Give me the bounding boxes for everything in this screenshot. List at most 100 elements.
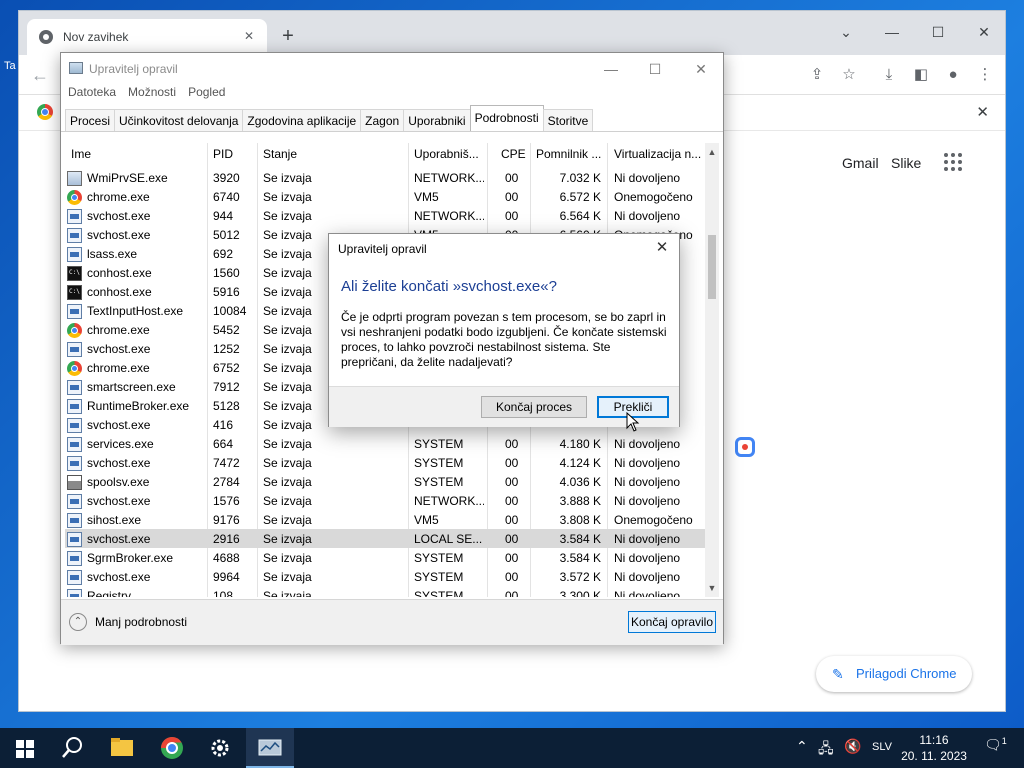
cell-status: Se izvaja: [263, 589, 312, 597]
column-header-status[interactable]: Stanje: [263, 147, 403, 161]
fewer-details-link[interactable]: Manj podrobnosti: [95, 615, 187, 629]
bookmark-star-icon[interactable]: ☆: [839, 65, 859, 85]
new-tab-button[interactable]: +: [277, 25, 299, 47]
gmail-link[interactable]: Gmail: [842, 155, 879, 171]
download-icon[interactable]: ⤓: [879, 65, 899, 85]
column-header-cpu[interactable]: CPE: [501, 147, 541, 161]
mouse-cursor-icon: [626, 412, 640, 432]
table-row[interactable]: WmiPrvSE.exe 3920 Se izvaja NETWORK... 00 7.0…: [65, 168, 707, 187]
tray-overflow-icon[interactable]: ⌃: [796, 738, 808, 755]
end-task-button[interactable]: Končaj opravilo: [628, 611, 716, 633]
scroll-up-icon[interactable]: ▲: [705, 145, 719, 159]
chrome-taskbar-icon[interactable]: [148, 728, 196, 768]
chrome-close-button[interactable]: ✕: [961, 17, 1007, 47]
volume-muted-icon[interactable]: 🔇: [844, 738, 861, 755]
back-arrow-icon[interactable]: ←: [31, 65, 51, 85]
images-link[interactable]: Slike: [891, 155, 921, 171]
dialog-close-icon[interactable]: ✕: [653, 238, 671, 256]
close-tab-icon[interactable]: ✕: [241, 28, 257, 44]
search-icon[interactable]: [48, 728, 96, 768]
google-apps-icon[interactable]: [944, 153, 962, 171]
table-row[interactable]: svchost.exe 2916 Se izvaja LOCAL SE... 00 3.5…: [65, 529, 707, 548]
tab-performance[interactable]: Učinkovitost delovanja: [114, 109, 244, 131]
column-header-user[interactable]: Uporabniš...: [414, 147, 484, 161]
column-header-name[interactable]: Ime: [71, 147, 201, 161]
task-manager-taskbar-icon[interactable]: [246, 728, 294, 768]
tab-services[interactable]: Storitve: [542, 109, 594, 131]
cell-memory: 4.036 K: [559, 475, 601, 489]
table-row[interactable]: SgrmBroker.exe 4688 Se izvaja SYSTEM 00 3.584…: [65, 548, 707, 567]
service-icon: [67, 228, 82, 243]
table-scrollbar[interactable]: ▲ ▼: [705, 143, 719, 597]
cell-cpu: 00: [505, 513, 519, 527]
chrome-icon: [67, 190, 82, 205]
cell-user: LOCAL SE...: [414, 532, 483, 546]
google-lens-icon[interactable]: [735, 437, 755, 457]
service-icon: [67, 589, 82, 597]
cell-status: Se izvaja: [263, 171, 312, 185]
tab-startup[interactable]: Zagon: [360, 109, 405, 131]
profile-avatar-icon[interactable]: ●: [943, 65, 963, 85]
cell-status: Se izvaja: [263, 437, 312, 451]
cell-name: spoolsv.exe: [87, 475, 150, 489]
table-row[interactable]: Registry 108 Se izvaja SYSTEM 00 3.300 K Ni do…: [65, 586, 707, 597]
cell-pid: 5128: [213, 399, 240, 413]
task-manager-titlebar[interactable]: Upravitelj opravil — ☐ ✕: [61, 53, 723, 83]
table-row[interactable]: svchost.exe 1576 Se izvaja NETWORK... 00 3.88…: [65, 491, 707, 510]
settings-gear-icon[interactable]: [196, 728, 244, 768]
table-row[interactable]: svchost.exe 944 Se izvaja NETWORK... 00 6.564…: [65, 206, 707, 225]
file-explorer-icon[interactable]: [98, 728, 146, 768]
cell-name: SgrmBroker.exe: [87, 551, 174, 565]
cell-name: svchost.exe: [87, 570, 151, 584]
table-row[interactable]: spoolsv.exe 2784 Se izvaja SYSTEM 00 4.036 K N…: [65, 472, 707, 491]
notifications-icon[interactable]: 🗨1: [984, 736, 1007, 754]
chrome-minimize-button[interactable]: —: [869, 17, 915, 47]
cell-user: NETWORK...: [414, 209, 484, 223]
menu-file[interactable]: Datoteka: [67, 85, 117, 103]
task-manager-tabs: Procesi Učinkovitost delovanja Zgodovina…: [65, 105, 594, 131]
tab-app-history[interactable]: Zgodovina aplikacije: [242, 109, 362, 131]
tab-details[interactable]: Podrobnosti: [469, 105, 544, 131]
share-icon[interactable]: ⇪: [807, 65, 827, 85]
network-icon[interactable]: 🖧: [818, 738, 834, 762]
language-indicator[interactable]: SLV: [872, 741, 892, 753]
scroll-down-icon[interactable]: ▼: [705, 581, 719, 595]
tab-search-icon[interactable]: ⌄: [823, 17, 869, 47]
tab-processes[interactable]: Procesi: [65, 109, 116, 131]
customize-chrome-button[interactable]: ✎ Prilagodi Chrome: [816, 656, 972, 692]
tm-close-button[interactable]: ✕: [683, 57, 719, 81]
more-menu-icon[interactable]: ⋮: [975, 65, 995, 85]
chrome-maximize-button[interactable]: ☐: [915, 17, 961, 47]
cell-name: lsass.exe: [87, 247, 138, 261]
column-header-memory[interactable]: Pomnilnik ...: [536, 147, 608, 161]
scrollbar-thumb[interactable]: [708, 235, 716, 299]
cell-pid: 2784: [213, 475, 240, 489]
table-row[interactable]: services.exe 664 Se izvaja SYSTEM 00 4.180 K N…: [65, 434, 707, 453]
service-icon: [67, 342, 82, 357]
cell-cpu: 00: [505, 475, 519, 489]
side-panel-icon[interactable]: ◧: [911, 65, 931, 85]
table-row[interactable]: svchost.exe 7472 Se izvaja SYSTEM 00 4.124 K N…: [65, 453, 707, 472]
cell-pid: 7472: [213, 456, 240, 470]
start-button[interactable]: [0, 728, 48, 768]
tm-maximize-button[interactable]: ☐: [637, 57, 673, 81]
desktop-edge-label: Ta: [4, 60, 16, 72]
infobar-close-icon[interactable]: ✕: [976, 103, 989, 121]
clock[interactable]: 11:16 20. 11. 2023: [898, 732, 970, 764]
chrome-tab-new-tab[interactable]: Nov zavihek ✕: [27, 19, 267, 55]
menu-view[interactable]: Pogled: [187, 85, 226, 103]
cell-cpu: 00: [505, 171, 519, 185]
table-row[interactable]: svchost.exe 9964 Se izvaja SYSTEM 00 3.572 K N…: [65, 567, 707, 586]
menu-options[interactable]: Možnosti: [127, 85, 177, 103]
column-header-pid[interactable]: PID: [213, 147, 257, 161]
table-row[interactable]: chrome.exe 6740 Se izvaja VM5 00 6.572 K Onemo…: [65, 187, 707, 206]
cell-pid: 5452: [213, 323, 240, 337]
tab-users[interactable]: Uporabniki: [403, 109, 471, 131]
cell-name: services.exe: [87, 437, 154, 451]
tm-minimize-button[interactable]: —: [593, 57, 629, 81]
table-row[interactable]: sihost.exe 9176 Se izvaja VM5 00 3.808 K Onemo…: [65, 510, 707, 529]
cell-virtualization: Ni dovoljeno: [614, 475, 681, 489]
column-header-virtualization[interactable]: Virtualizacija n...: [614, 147, 704, 161]
end-process-button[interactable]: Končaj proces: [481, 396, 587, 418]
collapse-chevron-icon[interactable]: ⌃: [69, 613, 87, 631]
